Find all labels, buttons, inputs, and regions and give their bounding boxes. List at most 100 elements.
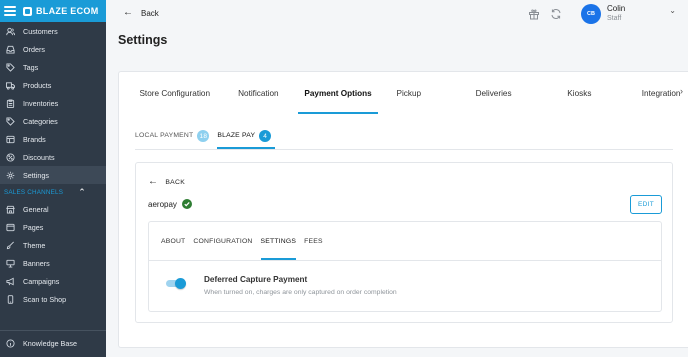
brand-logo-icon xyxy=(23,6,32,16)
user-role: Staff xyxy=(607,15,622,22)
sidebar-header: BLAZE ECOM xyxy=(0,0,106,22)
megaphone-icon xyxy=(6,277,15,286)
sidebar-item-label: Products xyxy=(23,80,52,90)
subtab-local-payment[interactable]: LOCAL PAYMENT 18 xyxy=(135,130,210,149)
back-button[interactable]: ← Back xyxy=(123,8,159,18)
refresh-icon[interactable] xyxy=(550,8,562,20)
tab-payment-options[interactable]: Payment Options xyxy=(298,72,378,114)
sidebar-item-tags[interactable]: Tags xyxy=(0,58,106,76)
sidebar-item-label: Inventories xyxy=(23,98,59,108)
truck-icon xyxy=(6,81,15,90)
sidebar-item-pages[interactable]: Pages xyxy=(0,218,106,236)
sidebar-item-knowledge-base[interactable]: Knowledge Base xyxy=(0,334,106,352)
sidebar-item-label: Campaigns xyxy=(23,276,60,286)
sidebar-item-orders[interactable]: Orders xyxy=(0,40,106,58)
tabs-divider xyxy=(149,260,661,261)
pages-icon xyxy=(6,223,15,232)
arrow-left-icon: ← xyxy=(123,7,133,18)
layers-icon xyxy=(6,135,15,144)
banner-icon xyxy=(6,259,15,268)
provider-settings-panel: ABOUT CONFIGURATION SETTINGS FEES Deferr… xyxy=(148,221,662,312)
detail-back-button[interactable]: ← BACK xyxy=(148,177,185,187)
sidebar-item-customers[interactable]: Customers xyxy=(0,22,106,40)
tag-icon xyxy=(6,62,15,72)
inbox-icon xyxy=(6,45,15,54)
gear-icon xyxy=(6,171,15,180)
subtab-label: BLAZE PAY xyxy=(217,132,256,139)
tab-store-configuration[interactable]: Store Configuration xyxy=(119,72,230,114)
brand-name: BLAZE ECOM xyxy=(36,6,99,16)
top-bar: ← Back CB Colin Staff ⌄ xyxy=(106,0,688,28)
menu-icon[interactable] xyxy=(4,6,16,16)
sidebar-item-inventories[interactable]: Inventories xyxy=(0,94,106,112)
sidebar-item-label: General xyxy=(23,204,49,214)
sidebar-item-settings[interactable]: Settings xyxy=(0,166,106,184)
check-circle-icon xyxy=(181,199,192,209)
edit-button[interactable]: EDIT xyxy=(630,195,662,214)
toggle-knob xyxy=(175,278,186,289)
settings-tabs: Store Configuration Notification Payment… xyxy=(119,72,688,114)
tab-notification[interactable]: Notification xyxy=(234,72,282,114)
brush-icon xyxy=(6,241,15,250)
sidebar-item-label: Brands xyxy=(23,134,46,144)
subtab-label: LOCAL PAYMENT xyxy=(135,132,194,139)
store-icon xyxy=(6,205,15,214)
sidebar-item-campaigns[interactable]: Campaigns xyxy=(0,272,106,290)
payment-subtabs: LOCAL PAYMENT 18 BLAZE PAY 4 xyxy=(135,130,673,150)
sales-channels-header[interactable]: SALES CHANNELS ⌃ xyxy=(0,184,106,200)
chevron-up-icon: ⌃ xyxy=(78,186,86,197)
tab-fees[interactable]: FEES xyxy=(304,222,323,260)
page-title: Settings xyxy=(118,33,168,47)
phone-icon xyxy=(6,294,15,304)
sidebar-item-label: Categories xyxy=(23,116,58,126)
sidebar-divider xyxy=(0,330,106,331)
sidebar-item-general[interactable]: General xyxy=(0,200,106,218)
tab-deliveries[interactable]: Deliveries xyxy=(468,72,520,114)
tab-settings[interactable]: SETTINGS xyxy=(260,222,297,260)
setting-description: When turned on, charges are only capture… xyxy=(204,289,397,296)
sidebar-item-products[interactable]: Products xyxy=(0,76,106,94)
avatar: CB xyxy=(581,4,601,24)
count-badge: 4 xyxy=(259,130,272,142)
users-icon xyxy=(6,27,15,36)
settings-card: Store Configuration Notification Payment… xyxy=(118,71,688,348)
sidebar-item-theme[interactable]: Theme xyxy=(0,236,106,254)
detail-back-label: BACK xyxy=(165,178,186,186)
count-badge: 18 xyxy=(197,130,210,142)
arrow-left-icon: ← xyxy=(148,176,159,187)
provider-title: aeropay xyxy=(148,199,192,209)
subtab-blaze-pay[interactable]: BLAZE PAY 4 xyxy=(217,130,275,149)
chevron-down-icon: ⌄ xyxy=(669,6,676,15)
sidebar-item-label: Banners xyxy=(23,258,50,268)
sidebar-item-label: Settings xyxy=(23,170,49,180)
sidebar-item-banners[interactable]: Banners xyxy=(0,254,106,272)
sidebar-item-label: Customers xyxy=(23,26,58,36)
sidebar-item-categories[interactable]: Categories xyxy=(0,112,106,130)
sidebar-item-label: Orders xyxy=(23,44,45,54)
tab-kiosks[interactable]: Kiosks xyxy=(559,72,599,114)
user-name: Colin xyxy=(607,4,626,13)
back-label: Back xyxy=(141,8,159,18)
provider-tabs: ABOUT CONFIGURATION SETTINGS FEES xyxy=(161,222,331,260)
setting-title: Deferred Capture Payment xyxy=(204,275,308,284)
sidebar-item-label: Pages xyxy=(23,222,44,232)
sidebar-item-discounts[interactable]: Discounts xyxy=(0,148,106,166)
payment-provider-detail: ← BACK aeropay EDIT ABOUT CONFIGURATION … xyxy=(135,162,673,323)
user-menu[interactable]: CB Colin Staff ⌄ xyxy=(581,4,676,24)
info-icon xyxy=(6,338,15,348)
clipboard-icon xyxy=(6,98,15,108)
sidebar-item-label: Scan to Shop xyxy=(23,294,67,304)
tab-configuration[interactable]: CONFIGURATION xyxy=(193,222,252,260)
tag-icon xyxy=(6,116,15,126)
percent-icon xyxy=(6,152,15,162)
gift-icon[interactable] xyxy=(528,8,540,20)
sidebar-item-brands[interactable]: Brands xyxy=(0,130,106,148)
chevron-right-icon[interactable]: › xyxy=(680,86,683,96)
provider-name: aeropay xyxy=(148,199,177,209)
sidebar-item-label: Theme xyxy=(23,240,46,250)
sidebar-item-scan-to-shop[interactable]: Scan to Shop xyxy=(0,290,106,308)
tab-pickup[interactable]: Pickup xyxy=(388,72,430,114)
section-label: SALES CHANNELS xyxy=(4,188,64,196)
tab-about[interactable]: ABOUT xyxy=(161,222,185,260)
deferred-capture-toggle[interactable] xyxy=(166,278,186,289)
